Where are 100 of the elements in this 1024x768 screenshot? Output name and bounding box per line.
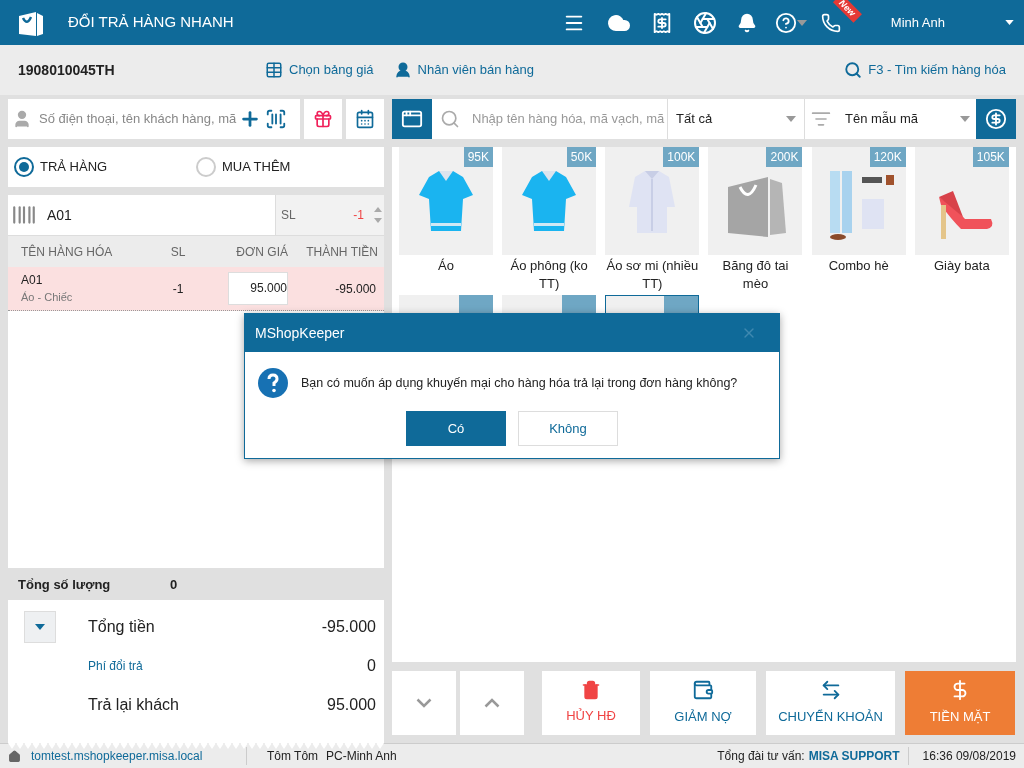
barcode-scan-icon[interactable] <box>265 108 287 130</box>
layout-toggle-button[interactable] <box>392 99 432 139</box>
dialog-title: MShopKeeper <box>255 323 345 343</box>
wallet-icon <box>692 678 714 701</box>
mode-radio[interactable]: MUA THÊM <box>196 157 291 177</box>
product-name: Áo phông (ko TT) <box>509 257 589 293</box>
line-total: -95.000 <box>334 280 377 298</box>
product-name: Áo <box>437 257 455 275</box>
dialog-button[interactable]: Không <box>518 411 618 446</box>
caret-icon <box>960 116 970 122</box>
price-tag <box>664 296 698 314</box>
sort-dropdown[interactable]: Tên mẫu mã <box>805 99 976 139</box>
barcode-value: A01 <box>47 205 72 225</box>
price-tag: 200K <box>766 147 803 167</box>
caret-icon[interactable] <box>1005 20 1014 25</box>
add-icon[interactable] <box>239 108 261 130</box>
support-link[interactable]: MISA SUPPORT <box>808 747 900 765</box>
aperture-icon[interactable] <box>692 10 717 35</box>
product-input[interactable]: Nhập tên hàng hóa, mã vạch, mã <box>472 109 666 129</box>
product-search-link[interactable]: F3 - Tìm kiếm hàng hóa <box>868 60 1006 80</box>
caret-icon <box>796 19 807 26</box>
column-header: ĐƠN GIÁ <box>235 243 288 261</box>
product-tile[interactable]: 200K Băng đô tai mèo <box>708 147 803 293</box>
quantity-value: -1 <box>353 207 364 224</box>
summary-label: Trả lại khách <box>88 695 179 715</box>
staff-link[interactable]: Nhân viên bán hàng <box>417 60 534 80</box>
unit-price-field[interactable]: 95.000 <box>228 272 288 305</box>
person-icon <box>12 109 32 129</box>
product-tile[interactable]: 95K Áo <box>399 147 493 293</box>
page-title: ĐỔI TRẢ HÀNG NHANH <box>68 12 234 33</box>
column-header: SL <box>169 243 187 261</box>
window-icon <box>401 108 423 130</box>
summary-value: 95.000 <box>327 695 376 715</box>
hotline-label: Tổng đài tư vấn: <box>717 748 805 765</box>
price-tag <box>562 295 596 313</box>
summary-label: Tổng tiền <box>88 617 155 637</box>
product-search-field[interactable]: Nhập tên hàng hóa, mã vạch, mã <box>432 99 668 139</box>
cart-row[interactable]: A01 Áo - Chiếc -1 95.000 -95.000 <box>8 267 384 311</box>
customer-search-field[interactable]: Số điện thoại, tên khách hàng, mã <box>8 99 300 139</box>
product-tile[interactable]: 120K Combo hè <box>811 147 906 293</box>
price-tag: 120K <box>869 147 906 167</box>
column-header: THÀNH TIỀN <box>305 243 378 261</box>
product-code: A01 <box>21 272 44 290</box>
dialog-button[interactable]: Có <box>406 411 506 446</box>
category-dropdown[interactable]: Tất cả <box>668 99 805 139</box>
summary-value: 0 <box>367 656 376 676</box>
date-time: 16:36 09/08/2019 <box>907 747 1024 765</box>
product-tile[interactable] <box>605 295 699 315</box>
trash-icon <box>581 679 601 700</box>
home-icon[interactable] <box>8 749 21 763</box>
search-icon <box>844 61 863 79</box>
calendar-icon <box>355 109 375 129</box>
product-tile[interactable] <box>399 295 493 315</box>
user-name[interactable]: Minh Anh <box>890 12 945 33</box>
product-name: Áo sơ mi (nhiều TT) <box>605 257 700 293</box>
product-name: Giày bata <box>933 257 991 275</box>
total-quantity-value: 0 <box>170 576 178 595</box>
phone-icon[interactable] <box>820 12 841 33</box>
help-icon[interactable] <box>774 11 797 34</box>
site-link[interactable]: tomtest.mshopkeeper.misa.local <box>31 747 246 765</box>
return-fee-link[interactable]: Phí đổi trả <box>88 657 143 675</box>
product-name: Băng đô tai mèo <box>721 257 790 293</box>
product-tile[interactable] <box>502 295 596 315</box>
mode-radio[interactable]: TRẢ HÀNG <box>14 157 196 177</box>
computer-label: PC-Minh Anh <box>326 748 397 765</box>
caret-icon <box>786 116 796 122</box>
quantity-label: SL <box>281 207 296 224</box>
action-button[interactable]: GIẢM NỢ <box>650 670 756 735</box>
product-name: Combo hè <box>827 257 890 275</box>
action-button[interactable]: CHUYỂN KHOẢN <box>766 670 895 735</box>
price-tag: 105K <box>972 147 1009 167</box>
column-header: TÊN HÀNG HÓA <box>20 243 114 261</box>
user-label: Tôm Tôm <box>246 747 326 765</box>
currency-button[interactable] <box>976 99 1016 139</box>
product-tile[interactable]: 100K Áo sơ mi (nhiều TT) <box>605 147 700 293</box>
price-list-link[interactable]: Chọn bảng giá <box>289 60 374 80</box>
sort-icon <box>811 109 831 129</box>
customer-input[interactable]: Số điện thoại, tên khách hàng, mã <box>39 109 239 129</box>
calendar-button[interactable] <box>346 99 384 139</box>
product-tile[interactable]: 50K Áo phông (ko TT) <box>502 147 597 293</box>
price-tag <box>459 295 493 313</box>
staff-icon <box>393 61 412 79</box>
gift-button[interactable] <box>304 99 342 139</box>
product-unit: Áo - Chiếc <box>21 290 74 306</box>
product-tile[interactable]: 105K Giày bata <box>914 147 1009 293</box>
action-button[interactable]: HỦY HĐ <box>542 670 640 735</box>
price-tag: 50K <box>566 147 597 167</box>
bell-icon[interactable] <box>736 12 757 33</box>
order-number: 1908010045TH <box>18 60 116 80</box>
summary-value: -95.000 <box>321 617 376 637</box>
quantity-cell-text: -1 <box>171 280 185 298</box>
dialog-message: Bạn có muốn áp dụng khuyến mại cho hàng hóa trả lại trong đơn hàng không? <box>301 374 738 392</box>
gift-icon <box>313 109 333 129</box>
price-table-icon <box>265 61 283 79</box>
expand-button[interactable] <box>24 611 56 643</box>
chevron-down-icon <box>416 697 432 708</box>
chevron-up-icon <box>484 697 500 708</box>
dollar-icon <box>985 108 1007 130</box>
search-icon <box>440 109 460 129</box>
price-tag: 95K <box>463 147 493 167</box>
